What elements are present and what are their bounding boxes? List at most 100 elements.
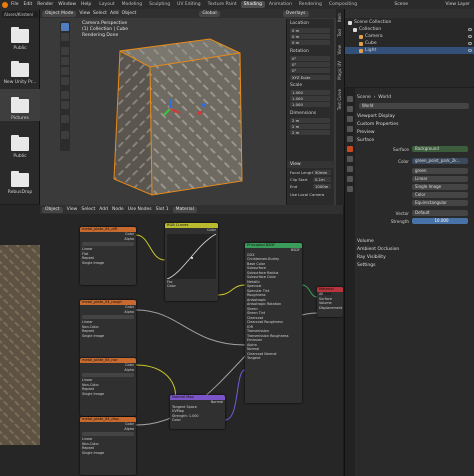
render-tab-icon[interactable] — [347, 106, 353, 112]
projection-dropdown[interactable]: Equirectangular — [412, 200, 468, 206]
breadcrumb-scene[interactable]: Scene — [357, 95, 371, 100]
menu-file[interactable]: File — [11, 2, 19, 7]
menu-view[interactable]: View — [79, 11, 90, 16]
section-volume[interactable]: Volume — [357, 238, 473, 245]
camera-tool-icon[interactable] — [61, 131, 69, 139]
tab-shading[interactable]: Shading — [240, 1, 265, 8]
clip-start-field[interactable]: 0.1m — [313, 177, 331, 182]
select-tool-icon[interactable] — [61, 23, 69, 31]
node-option[interactable]: Single Image — [80, 451, 136, 456]
image-name-field[interactable]: green — [412, 168, 468, 174]
file-item-selected[interactable]: Pictures — [0, 89, 40, 121]
measure-tool-icon[interactable] — [61, 101, 69, 109]
cube-object[interactable] — [100, 31, 250, 201]
scale-tool-icon[interactable] — [61, 67, 69, 75]
visibility-eye-icon[interactable] — [468, 35, 472, 38]
image-selector[interactable] — [82, 373, 134, 377]
color-space-dropdown[interactable]: Color — [412, 192, 468, 198]
menu-edit[interactable]: Edit — [24, 2, 33, 7]
section-surface[interactable]: Surface — [357, 137, 473, 144]
rotation-y-field[interactable]: 0° — [290, 62, 330, 67]
3d-viewport[interactable]: Object Mode View Select Add Object Globa… — [40, 9, 336, 205]
annotate-tool-icon[interactable] — [61, 91, 69, 99]
section-ambient-occlusion[interactable]: Ambient Occlusion — [357, 246, 473, 253]
tab-view[interactable]: View — [337, 45, 343, 55]
menu-select[interactable]: Select — [93, 11, 107, 16]
tab-layout[interactable]: Layout — [96, 1, 117, 8]
outliner-row[interactable]: Collection — [345, 26, 474, 33]
file-item[interactable]: RebusDrop — [0, 163, 40, 195]
tool-tab-icon[interactable] — [347, 96, 353, 102]
menu-object[interactable]: Object — [122, 11, 137, 16]
tab-rendering[interactable]: Rendering — [296, 1, 325, 8]
vector-dropdown[interactable]: Default — [412, 210, 468, 216]
visibility-eye-icon[interactable] — [468, 49, 472, 52]
node-option[interactable]: Single Image — [80, 261, 136, 266]
image-texture-node[interactable]: metal_plate_04_disp Color Alpha Linear N… — [80, 417, 136, 475]
rotate-tool-icon[interactable] — [61, 57, 69, 65]
principled-bsdf-node[interactable]: Principled BSDF BSDF GGX Christensen-Bur… — [245, 243, 302, 403]
scale-z-field[interactable]: 1.000 — [290, 102, 330, 107]
tab-animation[interactable]: Animation — [266, 1, 295, 8]
menu-render[interactable]: Render — [37, 2, 53, 7]
node-option[interactable]: Single Image — [80, 392, 136, 397]
section-custom-properties[interactable]: Custom Properties — [357, 121, 473, 128]
outliner-row[interactable]: Camera — [345, 33, 474, 40]
file-item[interactable]: New Unity Pr... — [0, 53, 40, 85]
section-viewport-display[interactable]: Viewport Display — [357, 113, 473, 120]
strength-field[interactable]: 10.000 — [412, 218, 468, 224]
output-tab-icon[interactable] — [347, 116, 353, 122]
cursor-tool-icon[interactable] — [61, 33, 69, 41]
normal-map-node[interactable]: Normal Map Normal Tangent Space UVMap St… — [170, 395, 225, 429]
clip-end-field[interactable]: 1000m — [313, 184, 331, 189]
outliner-row[interactable]: Cube — [345, 40, 474, 47]
material-output-node[interactable]: Material Output All Surface Volume Displ… — [317, 287, 343, 317]
location-z-field[interactable]: 0 m — [290, 40, 330, 45]
image-selector[interactable] — [82, 432, 134, 436]
physics-tab-icon[interactable] — [347, 186, 353, 192]
tab-magic-uv[interactable]: Magic UV — [337, 61, 343, 80]
breadcrumb-world[interactable]: World — [378, 95, 391, 100]
node-option[interactable]: Single Image — [80, 334, 136, 339]
source-dropdown[interactable]: Single Image — [412, 184, 468, 190]
tab-sculpting[interactable]: Sculpting — [146, 1, 173, 8]
scale-x-field[interactable]: 1.000 — [290, 90, 330, 95]
rotation-mode-dropdown[interactable]: XYZ Euler — [290, 75, 330, 80]
overlays-dropdown[interactable]: Overlays — [282, 10, 309, 17]
section-settings[interactable]: Settings — [357, 262, 473, 269]
image-texture-node[interactable]: metal_plate_04_nor Color Alpha Linear No… — [80, 358, 136, 416]
tab-uv-editing[interactable]: UV Editing — [174, 1, 203, 8]
tab-texture-paint[interactable]: Texture Paint — [205, 1, 240, 8]
menu-window[interactable]: Window — [58, 2, 76, 7]
color-image-texture[interactable]: green_point_park_2k... — [412, 158, 468, 164]
outliner-row[interactable]: Scene Collection — [345, 19, 474, 26]
image-texture-node[interactable]: metal_plate_04_rough Color Alpha Linear … — [80, 300, 136, 358]
modifier-tab-icon[interactable] — [347, 166, 353, 172]
interpolation-dropdown[interactable]: Linear — [412, 176, 468, 182]
surface-dropdown[interactable]: Background — [412, 146, 468, 152]
add-cube-tool-icon[interactable] — [61, 115, 69, 123]
location-y-field[interactable]: 0 m — [290, 34, 330, 39]
menu-help[interactable]: Help — [81, 2, 91, 7]
dimensions-x-field[interactable]: 2 m — [290, 118, 330, 123]
view-layer-selector[interactable]: View Layer — [441, 2, 474, 7]
world-tab-icon[interactable] — [347, 146, 353, 152]
tab-modeling[interactable]: Modeling — [119, 1, 145, 8]
blender-logo-icon[interactable] — [2, 1, 8, 8]
rotation-x-field[interactable]: 0° — [290, 56, 330, 61]
view-layer-tab-icon[interactable] — [347, 126, 353, 132]
image-texture-node[interactable]: metal_plate_04_diff Color Alpha Linear F… — [80, 227, 136, 285]
tab-text-curve[interactable]: Text Curve — [337, 89, 343, 110]
object-tab-icon[interactable] — [347, 156, 353, 162]
scale-y-field[interactable]: 1.000 — [290, 96, 330, 101]
image-selector[interactable] — [82, 315, 134, 319]
object-mode-dropdown[interactable]: Object Mode — [42, 10, 77, 17]
transform-tool-icon[interactable] — [61, 77, 69, 85]
rotation-z-field[interactable]: 0° — [290, 68, 330, 73]
location-x-field[interactable]: 0 m — [290, 28, 330, 33]
file-item[interactable]: Public — [0, 127, 40, 159]
transform-orientation-dropdown[interactable]: Global — [199, 10, 220, 17]
scene-selector[interactable]: Scene — [390, 2, 412, 7]
dimensions-z-field[interactable]: 2 m — [290, 130, 330, 135]
curve-graph[interactable] — [167, 233, 216, 279]
